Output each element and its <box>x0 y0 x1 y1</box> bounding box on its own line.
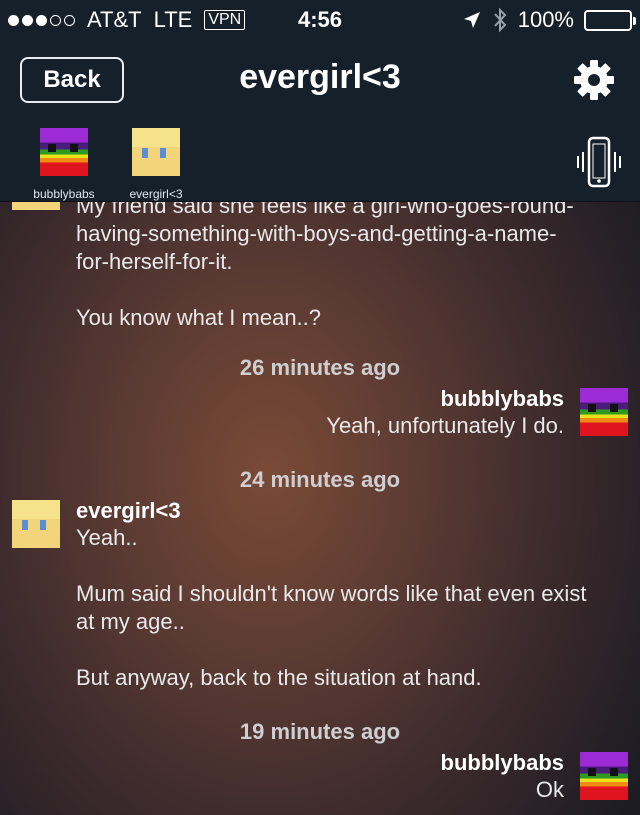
participant-name: bubblybabs <box>33 187 95 201</box>
timestamp: 24 minutes ago <box>239 467 401 492</box>
message-line: Mum said I shouldn't know words like tha… <box>76 581 587 606</box>
message-line: Yeah.. <box>76 525 138 550</box>
chat-thread[interactable]: My friend said she feels like a girl-who… <box>0 202 640 815</box>
rainbow-avatar <box>40 128 88 176</box>
chat-header: AT&T LTE VPN 4:56 100% Back evergirl<3 b… <box>0 0 640 202</box>
message-sender: evergirl<3 <box>76 498 181 523</box>
timestamp: 26 minutes ago <box>239 355 401 380</box>
gear-icon[interactable] <box>572 58 616 102</box>
message-bubblybabs: bubblybabs Yeah, unfortunately I do. <box>326 386 564 440</box>
message-sender: bubblybabs <box>440 750 564 775</box>
battery-icon <box>584 9 636 31</box>
phone-vibrate-icon[interactable] <box>576 136 622 192</box>
conversation-title: evergirl<3 <box>239 58 401 96</box>
bluetooth-icon <box>493 7 507 33</box>
navigation-bar: Back evergirl<3 <box>0 48 640 114</box>
message-evergirl: evergirl<3 Yeah.. Mum said I shouldn't k… <box>76 498 626 692</box>
battery-percent: 100% <box>517 7 574 32</box>
message-bubblybabs: bubblybabs Ok <box>441 750 564 804</box>
status-right: 100% <box>462 7 636 33</box>
participant-name: evergirl<3 <box>129 187 183 201</box>
timestamp: 19 minutes ago <box>239 719 401 744</box>
message-line: having-something-with-boys-and-getting-a… <box>76 221 557 246</box>
message-line: You know what I mean..? <box>76 305 322 330</box>
blonde-avatar <box>12 500 60 548</box>
message-line: at my age.. <box>76 609 185 634</box>
blonde-avatar <box>132 128 180 176</box>
message-line: But anyway, back to the situation at han… <box>76 665 482 690</box>
location-arrow-icon <box>463 12 480 28</box>
rainbow-avatar <box>580 752 628 800</box>
message-text: Ok <box>535 777 564 802</box>
message-evergirl: My friend said she feels like a girl-who… <box>76 202 626 332</box>
message-text: Yeah, unfortunately I do. <box>326 413 564 438</box>
participant-bubblybabs[interactable]: bubblybabs <box>24 128 104 201</box>
blonde-avatar <box>12 202 60 210</box>
message-line: for-herself-for-it. <box>76 249 233 274</box>
participant-evergirl[interactable]: evergirl<3 <box>116 128 196 201</box>
message-line: My friend said she feels like a girl-who… <box>76 202 574 218</box>
status-bar: AT&T LTE VPN 4:56 100% <box>0 0 640 42</box>
message-sender: bubblybabs <box>440 386 564 411</box>
participants-bar: bubblybabs evergirl<3 <box>0 128 640 201</box>
rainbow-avatar <box>580 388 628 436</box>
